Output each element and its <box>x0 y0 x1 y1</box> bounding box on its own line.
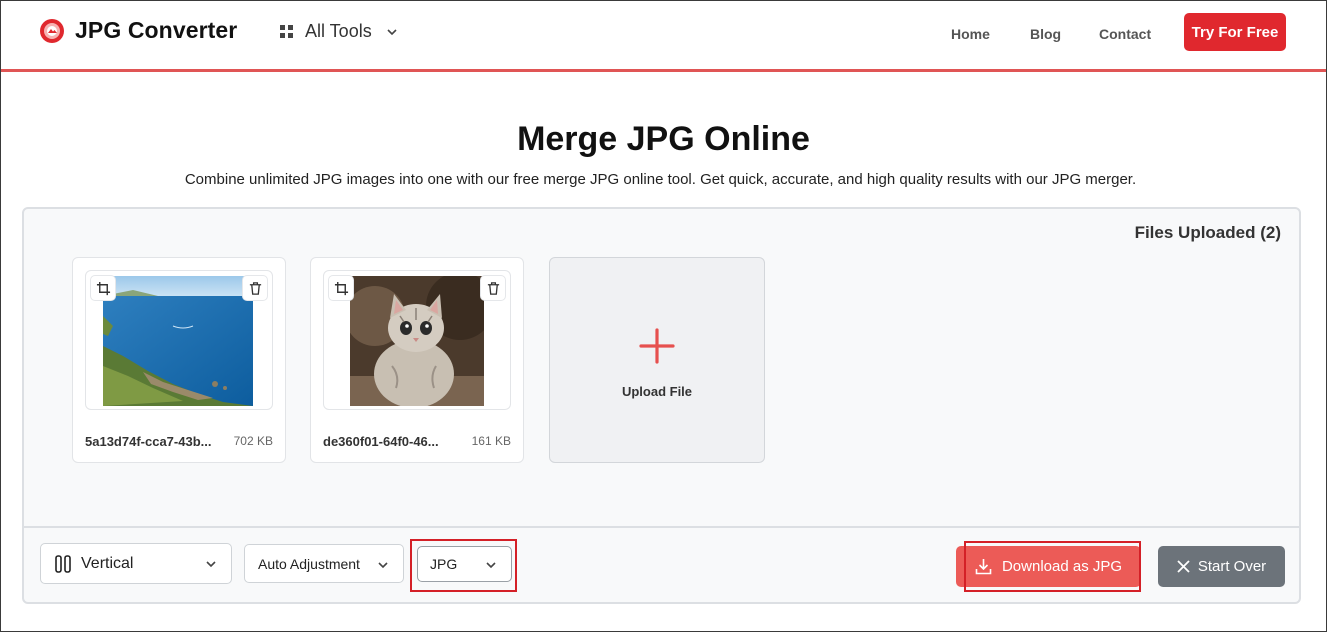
nav-contact[interactable]: Contact <box>1099 26 1151 42</box>
file-size: 161 KB <box>471 434 511 448</box>
page-subtitle: Combine unlimited JPG images into one wi… <box>184 171 1137 188</box>
site-header: JPG Converter All Tools Home Blog Contac… <box>1 1 1326 69</box>
upload-file-button[interactable]: Upload File <box>549 257 765 463</box>
merge-workspace: Files Uploaded (2) 5a13d74f-cca7-43b... … <box>22 207 1301 604</box>
vertical-layout-icon <box>55 554 71 573</box>
crop-button[interactable] <box>328 275 354 301</box>
chevron-down-icon <box>387 28 397 35</box>
coastline-thumbnail <box>103 276 253 406</box>
page-title: Merge JPG Online <box>517 120 810 158</box>
try-for-free-button[interactable]: Try For Free <box>1184 13 1286 51</box>
nav-blog[interactable]: Blog <box>1030 26 1061 42</box>
file-card: 5a13d74f-cca7-43b... 702 KB <box>72 257 286 463</box>
merge-toolbar: Vertical Auto Adjustment JPG Download as… <box>24 526 1299 602</box>
adjustment-value: Auto Adjustment <box>258 555 360 572</box>
app-name: JPG Converter <box>75 17 238 43</box>
adjustment-select[interactable]: Auto Adjustment <box>244 544 404 583</box>
logo-icon <box>40 18 64 43</box>
file-card: de360f01-64f0-46... 161 KB <box>310 257 524 463</box>
start-over-label: Start Over <box>1197 558 1267 575</box>
delete-button[interactable] <box>480 275 506 301</box>
file-name: de360f01-64f0-46... <box>323 434 439 449</box>
file-name: 5a13d74f-cca7-43b... <box>85 434 212 449</box>
file-size: 702 KB <box>233 434 273 448</box>
orientation-value: Vertical <box>81 554 134 572</box>
header-divider <box>1 69 1326 72</box>
all-tools-menu[interactable]: All Tools <box>280 21 398 42</box>
trash-icon <box>249 281 261 295</box>
chevron-down-icon <box>486 562 496 569</box>
file-preview <box>323 270 511 410</box>
all-tools-label: All Tools <box>305 21 372 41</box>
start-over-button[interactable]: Start Over <box>1158 546 1285 587</box>
crop-icon <box>334 281 348 295</box>
trash-icon <box>487 281 499 295</box>
plus-icon <box>639 328 675 364</box>
site-logo[interactable]: JPG Converter <box>39 17 237 44</box>
download-button-highlight <box>964 541 1141 592</box>
grid-icon <box>280 25 293 38</box>
file-preview <box>85 270 273 410</box>
delete-button[interactable] <box>242 275 268 301</box>
chevron-down-icon <box>206 561 216 568</box>
files-uploaded-count: Files Uploaded (2) <box>1134 223 1281 242</box>
chevron-down-icon <box>378 562 388 569</box>
crop-icon <box>96 281 110 295</box>
cat-thumbnail <box>350 276 484 406</box>
format-select[interactable]: JPG <box>417 546 512 582</box>
format-value: JPG <box>430 556 458 572</box>
nav-home[interactable]: Home <box>951 26 990 42</box>
close-icon <box>1177 560 1190 573</box>
crop-button[interactable] <box>90 275 116 301</box>
orientation-select[interactable]: Vertical <box>40 543 232 584</box>
upload-file-label: Upload File <box>621 384 693 399</box>
